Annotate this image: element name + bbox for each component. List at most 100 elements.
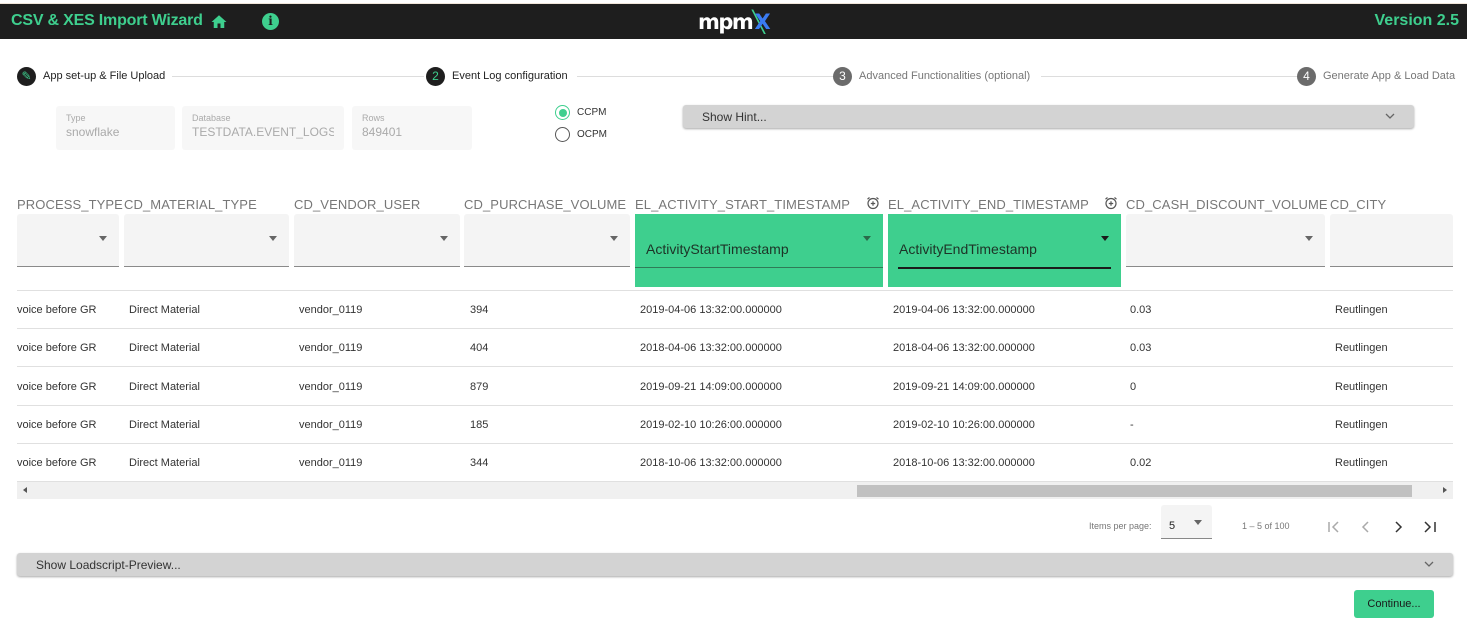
table-cell: 2019-04-06 13:32:00.000000	[893, 304, 1035, 316]
table-cell: Direct Material	[129, 380, 200, 393]
version-label: Version 2.5	[1374, 12, 1460, 29]
dropdown-arrow-icon	[269, 236, 277, 241]
table-cell: 0.03	[1130, 342, 1152, 355]
home-icon[interactable]	[210, 13, 228, 31]
radio-label: CCPM	[577, 107, 607, 118]
radio-ccpm[interactable]: CCPM	[555, 105, 606, 120]
radio-ocpm[interactable]: OCPM	[555, 127, 607, 142]
chevron-down-icon	[1385, 113, 1395, 119]
table-cell: 394	[470, 304, 489, 316]
app-title: CSV & XES Import Wizard	[11, 12, 203, 29]
table-cell: 2018-10-06 13:32:00.000000	[893, 457, 1035, 470]
radio-label: OCPM	[577, 129, 607, 140]
mapping-select-process-type[interactable]	[17, 214, 119, 267]
mapping-select-activity-start[interactable]: ActivityStartTimestamp	[635, 214, 883, 287]
alarm-add-icon[interactable]	[866, 196, 880, 210]
dropdown-arrow-icon	[1101, 236, 1109, 241]
items-per-page-value: 5	[1169, 520, 1176, 532]
selected-value: ActivityStartTimestamp	[646, 241, 789, 257]
first-page-icon[interactable]	[1325, 518, 1343, 536]
dropdown-arrow-icon	[1194, 520, 1202, 525]
table-cell: 2019-02-10 10:26:00.000000	[893, 418, 1035, 431]
mapping-select-city[interactable]	[1330, 214, 1453, 267]
table-cell: voice before GR	[17, 418, 97, 431]
table-cell: 0.02	[1130, 457, 1152, 470]
step-advanced-functionalities[interactable]: 3 Advanced Functionalities (optional)	[833, 66, 1030, 86]
table-cell: 2018-04-06 13:32:00.000000	[640, 342, 782, 355]
table-cell: 185	[470, 418, 489, 431]
mapping-select-material-type[interactable]	[124, 214, 289, 267]
table-cell: 2018-10-06 13:32:00.000000	[640, 457, 782, 470]
items-per-page-label: Items per page:	[1089, 521, 1152, 531]
mapping-select-cash-discount[interactable]	[1126, 214, 1325, 267]
scroll-left-icon[interactable]	[23, 487, 27, 493]
column-header: CD_CITY	[1330, 197, 1387, 212]
next-page-icon[interactable]	[1389, 518, 1407, 536]
column-header: CD_VENDOR_USER	[294, 197, 421, 212]
info-icon[interactable]: i	[262, 13, 279, 30]
column-header: CD_PURCHASE_VOLUME	[464, 197, 627, 212]
table-row: voice before GR Direct Material vendor_011…	[17, 329, 1453, 368]
table-cell: Direct Material	[129, 418, 200, 431]
chevron-down-icon	[1424, 561, 1434, 567]
table-cell: voice before GR	[17, 457, 97, 470]
step-label: App set-up & File Upload	[43, 70, 166, 82]
type-field: Type snowflake	[56, 106, 175, 150]
table-row: voice before GR Direct Material vendor_011…	[17, 291, 1453, 329]
table-cell: Reutlingen	[1335, 418, 1388, 431]
step-app-setup[interactable]: ✎ App set-up & File Upload	[17, 66, 165, 86]
alarm-add-icon[interactable]	[1104, 196, 1118, 210]
table-cell: 404	[470, 342, 489, 355]
mapping-select-vendor-user[interactable]	[294, 214, 460, 267]
last-page-icon[interactable]	[1421, 518, 1439, 536]
selected-value: ActivityEndTimestamp	[899, 241, 1037, 257]
step-generate-app[interactable]: 4 Generate App & Load Data	[1297, 66, 1455, 86]
scroll-right-icon[interactable]	[1443, 487, 1447, 493]
page-range-label: 1 – 5 of 100	[1242, 521, 1290, 531]
table-cell: 2019-04-06 13:32:00.000000	[640, 304, 782, 316]
type-label: Type	[66, 113, 86, 123]
table-cell: -	[1130, 418, 1134, 431]
column-header: CD_MATERIAL_TYPE	[124, 197, 257, 212]
rows-field: Rows 849401	[352, 106, 472, 150]
step-event-log-configuration[interactable]: 2 Event Log configuration	[426, 66, 568, 86]
table-cell: 879	[470, 380, 489, 393]
table-cell: vendor_0119	[299, 304, 363, 316]
table-cell: Direct Material	[129, 342, 200, 355]
table-row: voice before GR Direct Material vendor_011…	[17, 368, 1453, 406]
mapping-select-activity-end[interactable]: ActivityEndTimestamp	[888, 214, 1121, 287]
table-cell: voice before GR	[17, 342, 97, 355]
table-cell: Reutlingen	[1335, 342, 1388, 355]
logo: mpm╲X	[698, 10, 771, 34]
column-header: PROCESS_TYPE	[17, 197, 123, 212]
table-cell: 0.03	[1130, 304, 1152, 316]
scrollbar-thumb[interactable]	[857, 485, 1412, 497]
table-row: voice before GR Direct Material vendor_011…	[17, 406, 1453, 444]
logo-x-blue: X	[754, 10, 770, 34]
table-row: voice before GR Direct Material vendor_011…	[17, 444, 1453, 483]
table-cell: 0	[1130, 380, 1137, 393]
table-cell: Direct Material	[129, 457, 200, 470]
table-cell: Direct Material	[129, 304, 200, 316]
type-value: snowflake	[66, 125, 120, 139]
continue-button[interactable]: Continue...	[1354, 590, 1434, 618]
table-cell: 2019-02-10 10:26:00.000000	[640, 418, 782, 431]
dropdown-arrow-icon	[99, 236, 107, 241]
step-label: Generate App & Load Data	[1323, 70, 1456, 82]
radio-button[interactable]	[555, 127, 570, 142]
step-label: Event Log configuration	[452, 70, 568, 82]
loadscript-preview-expander[interactable]: Show Loadscript-Preview...	[17, 553, 1453, 576]
show-hint-expander[interactable]: Show Hint...	[683, 105, 1414, 128]
step-connector	[577, 76, 833, 77]
table-cell: 344	[470, 457, 489, 470]
rows-label: Rows	[362, 113, 385, 123]
previous-page-icon[interactable]	[1357, 518, 1375, 536]
top-bar: CSV & XES Import Wizard i mpm╲X Version …	[0, 3, 1467, 39]
table-cell: vendor_0119	[299, 342, 363, 355]
table-cell: Reutlingen	[1335, 304, 1388, 316]
table-cell: vendor_0119	[299, 380, 363, 393]
horizontal-scrollbar[interactable]	[17, 482, 1453, 499]
items-per-page-select[interactable]: 5	[1161, 505, 1212, 539]
mapping-select-purchase-volume[interactable]	[464, 214, 630, 267]
radio-button-checked[interactable]	[555, 105, 570, 120]
